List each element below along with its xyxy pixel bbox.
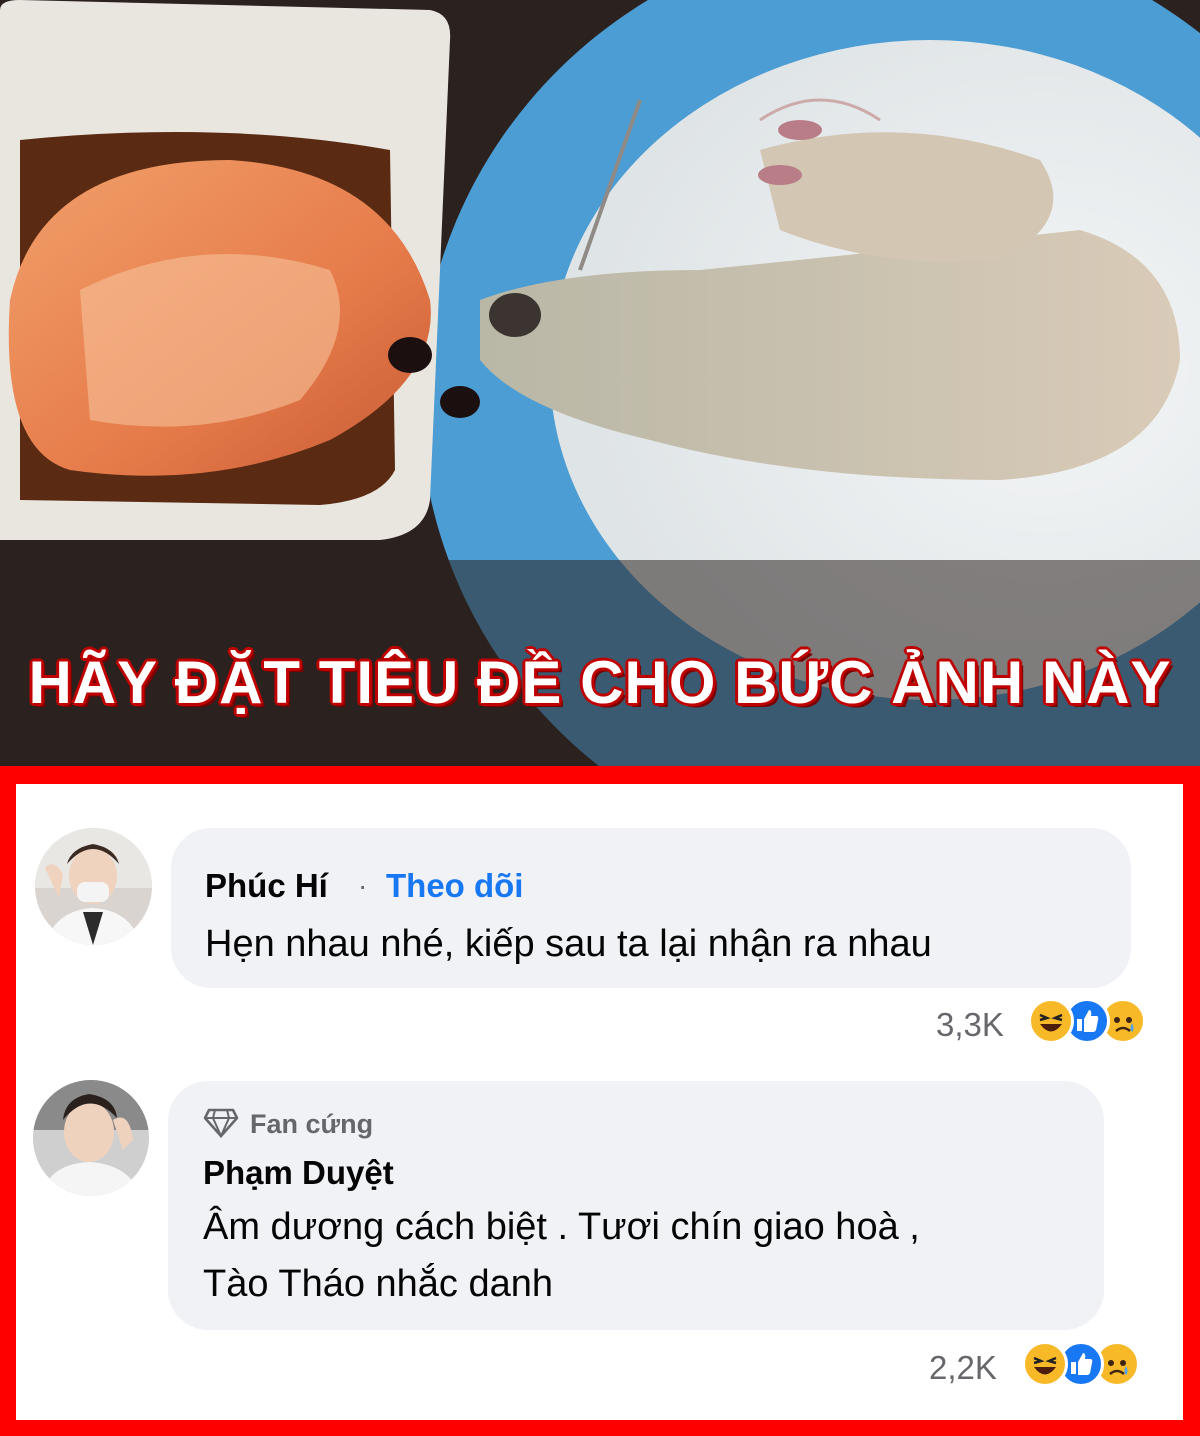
reaction-count[interactable]: 2,2K <box>929 1349 997 1387</box>
comment-text-line-2: Tào Tháo nhắc danh <box>203 1263 554 1305</box>
diamond-icon <box>203 1108 239 1138</box>
reaction-count[interactable]: 3,3K <box>936 1006 1004 1044</box>
comments-panel: Phúc Hí · Theo dõi Hẹn nhau nhé, kiếp sa… <box>16 784 1183 1420</box>
comment-text-line-1: Âm dương cách biệt . Tươi chín giao hoà … <box>203 1206 920 1248</box>
avatar[interactable] <box>35 828 152 945</box>
badge-label: Fan cứng <box>250 1109 374 1139</box>
avatar[interactable] <box>33 1080 149 1196</box>
comment-author[interactable]: Phạm Duyệt <box>203 1154 394 1192</box>
meme-photo: HÃY ĐẶT TIÊU ĐỀ CHO BỨC ẢNH NÀY <box>0 0 1200 766</box>
user-photo-icon <box>33 1080 149 1196</box>
separator-dot: · <box>358 870 368 901</box>
comment-author[interactable]: Phúc Hí <box>205 867 328 905</box>
user-photo-icon <box>35 828 152 945</box>
follow-link[interactable]: Theo dõi <box>386 867 523 905</box>
comment-text: Hẹn nhau nhé, kiếp sau ta lại nhận ra nh… <box>205 923 932 965</box>
meme-headline: HÃY ĐẶT TIÊU ĐỀ CHO BỨC ẢNH NÀY <box>28 649 1172 716</box>
reaction-icons[interactable] <box>1022 1341 1172 1391</box>
haha-icon <box>1022 1341 1068 1387</box>
reaction-icons[interactable] <box>1028 998 1178 1048</box>
haha-icon <box>1028 998 1074 1044</box>
